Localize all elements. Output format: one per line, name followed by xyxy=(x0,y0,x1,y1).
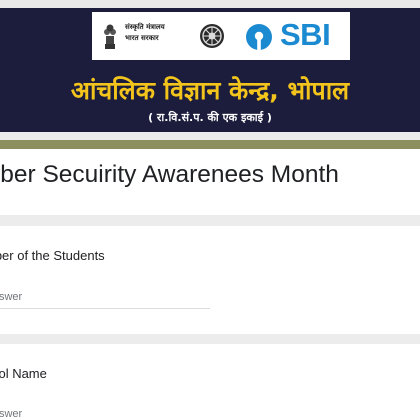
students-answer-underline xyxy=(0,308,210,309)
question-card-students: mber of the Students xyxy=(0,226,420,334)
students-answer-input[interactable] xyxy=(0,287,210,307)
form-accent-bar xyxy=(0,140,420,149)
page-top-strip xyxy=(0,0,420,8)
sbi-wordmark: SBI xyxy=(280,17,331,52)
ministry-line-1: संस्कृति मंत्रालय xyxy=(125,23,165,31)
national-emblem-icon xyxy=(104,24,116,49)
banner-subtitle: ( रा.वि.सं.प. की एक इकाई ) xyxy=(148,111,272,124)
question-label-school: hool Name xyxy=(0,366,47,381)
question-card-school: hool Name xyxy=(0,344,420,420)
ministry-line-2: भारत सरकार xyxy=(125,34,159,42)
sbi-logo-icon xyxy=(246,24,272,50)
ministry-label: संस्कृति मंत्रालय भारत सरकार xyxy=(125,22,187,44)
header-banner: संस्कृति मंत्रालय भारत सरकार SBI आंचलिक … xyxy=(0,8,420,132)
school-answer-input[interactable] xyxy=(0,404,210,420)
question-label-students: mber of the Students xyxy=(0,248,105,263)
form-title: yber Secuirity Awarenees Month xyxy=(0,161,339,188)
banner-title: आंचलिक विज्ञान केन्द्र, भोपाल xyxy=(70,76,350,105)
ncsm-wheel-logo-icon xyxy=(200,24,224,48)
